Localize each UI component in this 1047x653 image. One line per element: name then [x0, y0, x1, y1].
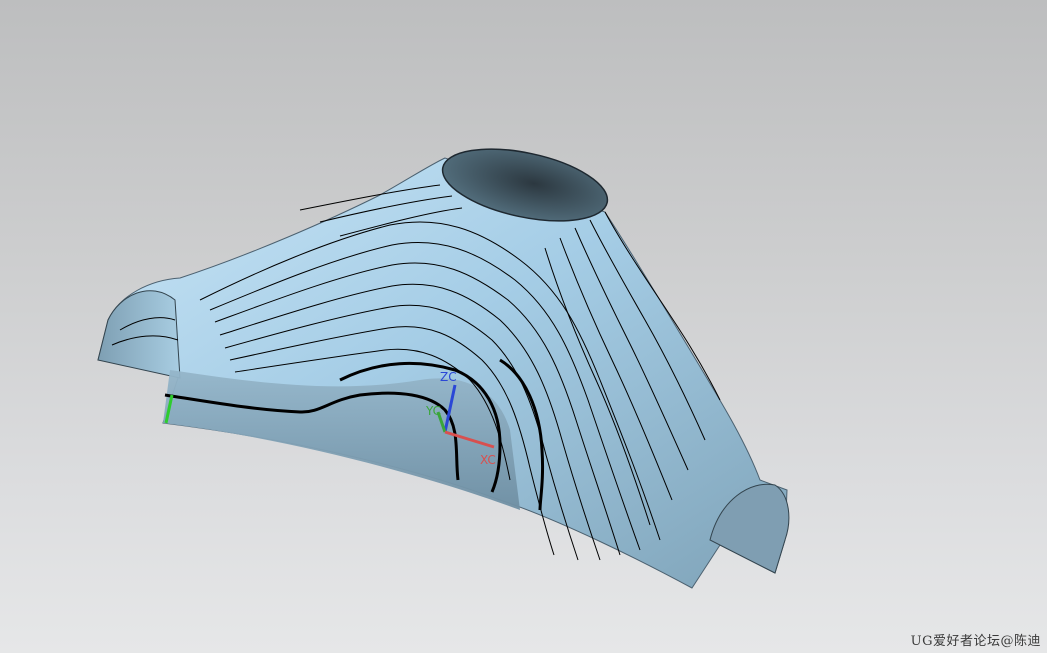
model-canvas[interactable]: ZC YC XC — [0, 0, 1047, 653]
triad-y-label: YC — [425, 404, 441, 418]
watermark-text: UG爱好者论坛@陈迪 — [910, 634, 1041, 649]
triad-x-label: XC — [480, 453, 496, 467]
graphics-viewport[interactable]: ZC YC XC UG爱好者论坛@陈迪 — [0, 0, 1047, 653]
left-arch-opening — [97, 290, 181, 379]
triad-z-label: ZC — [440, 370, 457, 384]
